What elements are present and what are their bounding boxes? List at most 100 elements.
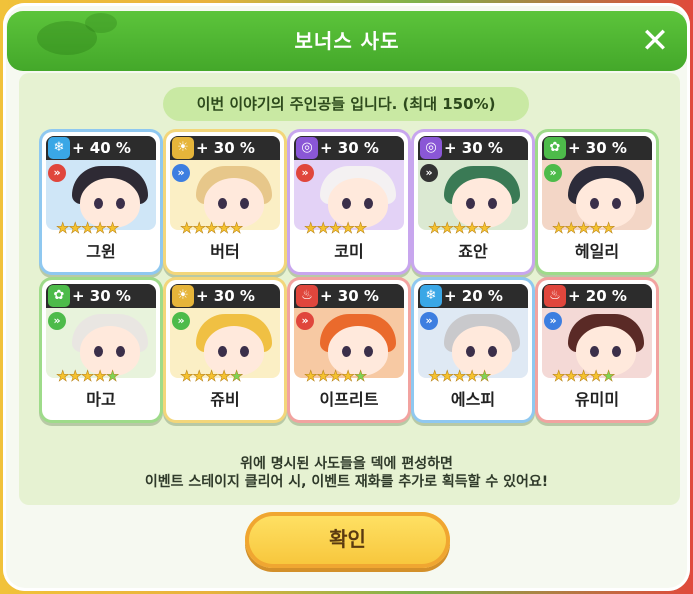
- character-eye: [488, 346, 497, 357]
- star-icon: ★: [229, 367, 244, 385]
- character-name: 마고: [86, 390, 116, 409]
- star-rating: ★★★★★: [56, 367, 120, 385]
- star-icon: ★: [428, 367, 442, 385]
- bonus-percent: + 20 %: [568, 287, 627, 305]
- star-icon: ★: [105, 219, 120, 237]
- star-icon: ★: [564, 219, 578, 237]
- star-rating: ★★★★★: [552, 367, 616, 385]
- class-chevron-icon: »: [420, 164, 438, 182]
- star-icon: ★: [564, 367, 578, 385]
- character-eye: [116, 198, 125, 209]
- character-card[interactable]: ✿ + 30 %» ★★★★★ 마고: [42, 280, 160, 420]
- star-icon: ★: [465, 219, 479, 237]
- star-icon: ★: [68, 367, 82, 385]
- character-name: 그윈: [86, 242, 116, 261]
- character-card[interactable]: ❄ + 20 %» ★★★★★ 에스피: [414, 280, 532, 420]
- class-chevron-icon: »: [544, 164, 562, 182]
- star-icon: ★: [328, 367, 343, 385]
- star-rating: ★★★★★: [304, 219, 368, 237]
- class-chevron-icon: »: [48, 312, 66, 330]
- class-chevron-icon: »: [172, 312, 190, 330]
- character-card[interactable]: ◎ + 30 %» ★★★★★ 코미: [290, 132, 408, 272]
- character-eye: [240, 346, 249, 357]
- character-name: 헤일리: [574, 242, 620, 261]
- swirl-icon: ◎: [296, 137, 318, 159]
- character-name: 죠안: [458, 242, 488, 261]
- star-icon: ★: [68, 219, 82, 237]
- star-icon: ★: [93, 367, 107, 385]
- star-icon: ★: [304, 367, 318, 385]
- star-icon: ★: [341, 367, 355, 385]
- character-card[interactable]: ♨ + 30 %» ★★★★★ 이프리트: [290, 280, 408, 420]
- character-eye: [590, 198, 599, 209]
- star-rating: ★★★★★: [304, 367, 368, 385]
- bonus-percent: + 30 %: [568, 139, 627, 157]
- star-icon: ★: [576, 219, 591, 237]
- star-icon: ★: [56, 219, 70, 237]
- sun-icon: ☀: [172, 137, 194, 159]
- character-eye: [342, 346, 351, 357]
- star-rating: ★★★★★: [180, 367, 244, 385]
- bonus-percent: + 30 %: [196, 139, 255, 157]
- star-icon: ★: [353, 367, 368, 385]
- star-icon: ★: [477, 367, 492, 385]
- character-eye: [218, 346, 227, 357]
- star-icon: ★: [452, 367, 467, 385]
- star-icon: ★: [316, 219, 330, 237]
- fire-icon: ♨: [296, 285, 318, 307]
- character-card[interactable]: ☀ + 30 %» ★★★★★ 쥬비: [166, 280, 284, 420]
- character-eye: [94, 198, 103, 209]
- star-icon: ★: [229, 219, 244, 237]
- character-eye: [466, 198, 475, 209]
- bonus-percent: + 30 %: [72, 287, 131, 305]
- bonus-percent: + 30 %: [196, 287, 255, 305]
- class-chevron-icon: »: [420, 312, 438, 330]
- character-eye: [612, 198, 621, 209]
- character-name: 코미: [334, 242, 364, 261]
- sun-icon: ☀: [172, 285, 194, 307]
- star-icon: ★: [328, 219, 343, 237]
- leaf-icon: ✿: [544, 137, 566, 159]
- star-icon: ★: [93, 219, 107, 237]
- character-card[interactable]: ◎ + 30 %» ★★★★★ 죠안: [414, 132, 532, 272]
- star-icon: ★: [452, 219, 467, 237]
- bonus-percent: + 30 %: [320, 139, 379, 157]
- star-icon: ★: [204, 367, 219, 385]
- snowflake-icon: ❄: [48, 137, 70, 159]
- star-icon: ★: [80, 219, 95, 237]
- star-icon: ★: [589, 367, 603, 385]
- class-chevron-icon: »: [544, 312, 562, 330]
- character-card[interactable]: ❄ + 40 %» ★★★★★ 그윈: [42, 132, 160, 272]
- bonus-percent: + 30 %: [444, 139, 503, 157]
- info-line-1: 위에 명시된 사도들을 덱에 편성하면: [240, 456, 453, 472]
- star-rating: ★★★★★: [428, 367, 492, 385]
- star-rating: ★★★★★: [428, 219, 492, 237]
- star-icon: ★: [80, 367, 95, 385]
- star-rating: ★★★★★: [56, 219, 120, 237]
- character-eye: [488, 198, 497, 209]
- star-icon: ★: [341, 219, 355, 237]
- star-icon: ★: [477, 219, 492, 237]
- star-icon: ★: [428, 219, 442, 237]
- info-text: 위에 명시된 사도들을 덱에 편성하면 이벤트 스테이지 클리어 시, 이벤트 …: [16, 455, 677, 491]
- character-card[interactable]: ✿ + 30 % » ★★★★★ 헤일리: [538, 132, 656, 272]
- character-card[interactable]: ☀ + 30 %» ★★★★★ 버터: [166, 132, 284, 272]
- star-icon: ★: [601, 367, 616, 385]
- character-eye: [94, 346, 103, 357]
- character-name: 유미미: [574, 390, 620, 409]
- star-icon: ★: [552, 367, 566, 385]
- character-eye: [466, 346, 475, 357]
- star-icon: ★: [192, 219, 206, 237]
- bonus-percent: + 30 %: [320, 287, 379, 305]
- character-card[interactable]: ♨ + 20 %» ★★★★★ 유미미: [538, 280, 656, 420]
- star-icon: ★: [465, 367, 479, 385]
- confirm-button[interactable]: 확인: [245, 512, 450, 568]
- class-chevron-icon: »: [296, 312, 314, 330]
- close-icon[interactable]: ✕: [637, 23, 673, 59]
- star-icon: ★: [440, 367, 454, 385]
- character-name: 쥬비: [210, 390, 240, 409]
- character-eye: [590, 346, 599, 357]
- star-icon: ★: [589, 219, 603, 237]
- star-rating: ★★★★★: [552, 219, 616, 237]
- class-chevron-icon: »: [48, 164, 66, 182]
